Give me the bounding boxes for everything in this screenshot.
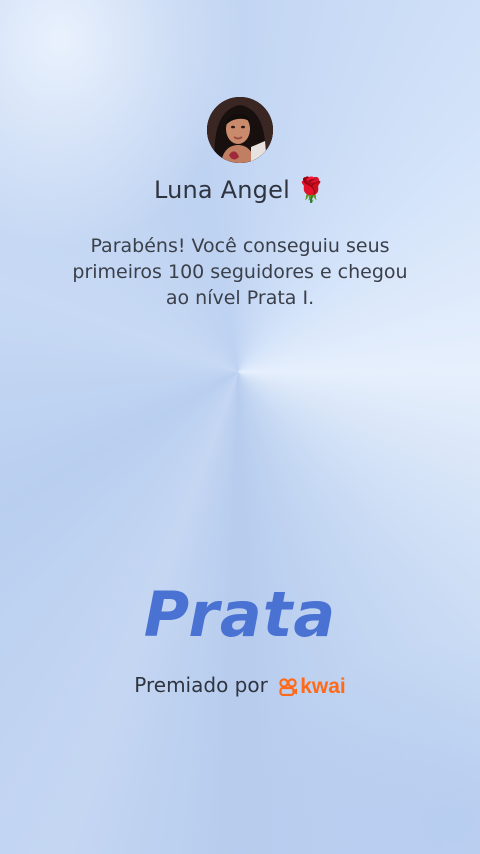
profile-name: Luna Angel <box>153 176 290 204</box>
avatar[interactable] <box>207 97 273 163</box>
kwai-logo-icon <box>279 677 298 696</box>
profile-name-row: Luna Angel 🌹 <box>0 176 480 204</box>
kwai-brand-name: kwai <box>300 674 346 698</box>
awarded-by-label: Premiado por <box>134 673 268 697</box>
level-title: Prata <box>143 578 337 651</box>
kwai-brand[interactable]: kwai <box>278 675 346 699</box>
profile-photo-icon <box>207 97 273 163</box>
awarded-by-row: Premiado por kwai <box>0 673 480 699</box>
rose-emoji: 🌹 <box>295 176 327 204</box>
congratulations-message: Parabéns! Você conseguiu seus primeiros … <box>72 235 408 309</box>
